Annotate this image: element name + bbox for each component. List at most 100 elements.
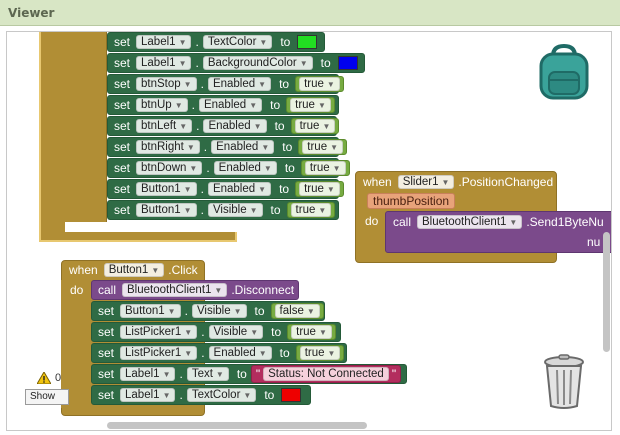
component-dropdown[interactable]: btnRight ▼ bbox=[136, 140, 200, 154]
chevron-down-icon: ▼ bbox=[317, 101, 326, 110]
thumb-position-param[interactable]: thumbPosition bbox=[367, 193, 456, 209]
backpack-icon[interactable] bbox=[535, 42, 593, 102]
property-dropdown-label: Visible bbox=[213, 326, 248, 338]
property-dropdown[interactable]: Enabled ▼ bbox=[211, 140, 275, 154]
boolean-dropdown-label: true bbox=[304, 347, 325, 359]
color-swatch[interactable] bbox=[337, 56, 358, 70]
property-dropdown[interactable]: Enabled ▼ bbox=[207, 182, 272, 196]
false-logic-block[interactable]: false ▼ bbox=[270, 303, 324, 319]
text-string-block[interactable]: " Status: Not Connected " bbox=[250, 365, 402, 383]
bluetooth-component-label: BluetoothClient1 bbox=[422, 216, 507, 228]
set-property-block[interactable]: set Button1 ▼. Visible ▼ to false ▼ bbox=[91, 301, 325, 321]
send-byte-arg-label: nu bbox=[587, 235, 601, 249]
component-dropdown[interactable]: Label1 ▼ bbox=[136, 35, 192, 49]
warning-indicator[interactable]: 0 bbox=[37, 372, 61, 384]
true-logic-block[interactable]: true ▼ bbox=[298, 139, 348, 155]
boolean-dropdown[interactable]: true ▼ bbox=[294, 119, 336, 133]
boolean-dropdown[interactable]: true ▼ bbox=[299, 77, 340, 91]
property-dropdown[interactable]: TextColor ▼ bbox=[202, 35, 273, 49]
show-warnings-button[interactable]: Show bbox=[25, 389, 69, 405]
property-dropdown[interactable]: Enabled ▼ bbox=[208, 346, 272, 360]
dot-separator: . bbox=[196, 119, 200, 133]
bluetooth-component-dropdown[interactable]: BluetoothClient1 ▼ bbox=[417, 215, 523, 229]
boolean-dropdown[interactable]: true ▼ bbox=[290, 98, 331, 112]
boolean-dropdown[interactable]: true ▼ bbox=[304, 161, 346, 175]
property-dropdown[interactable]: Enabled ▼ bbox=[203, 119, 267, 133]
true-logic-block[interactable]: true ▼ bbox=[286, 202, 336, 218]
set-property-block[interactable]: set btnLeft ▼. Enabled ▼ to true ▼ bbox=[107, 116, 340, 136]
set-property-block[interactable]: set btnRight ▼. Enabled ▼ to true ▼ bbox=[107, 137, 348, 157]
property-dropdown[interactable]: TextColor ▼ bbox=[186, 388, 257, 402]
slider-component-dropdown[interactable]: Slider1 ▼ bbox=[397, 175, 455, 189]
component-dropdown[interactable]: btnDown ▼ bbox=[136, 161, 203, 175]
set-property-block[interactable]: set btnUp ▼. Enabled ▼ to true ▼ bbox=[107, 95, 339, 115]
set-property-block[interactable]: set Label1 ▼. Text ▼ to " Status: Not Connected… bbox=[91, 364, 407, 384]
warning-count: 0 bbox=[55, 372, 62, 384]
component-dropdown[interactable]: Label1 ▼ bbox=[120, 388, 176, 402]
boolean-dropdown[interactable]: true ▼ bbox=[290, 203, 332, 217]
set-property-block[interactable]: set ListPicker1 ▼. Visible ▼ to true ▼ bbox=[91, 322, 341, 342]
set-property-block[interactable]: set Label1 ▼. BackgroundColor ▼ to bbox=[107, 53, 365, 73]
boolean-dropdown[interactable]: true ▼ bbox=[299, 182, 340, 196]
click-event-header[interactable]: when Button1 ▼ .Click bbox=[63, 260, 208, 280]
set-property-block[interactable]: set Button1 ▼. Visible ▼ to true ▼ bbox=[107, 200, 339, 220]
set-property-block[interactable]: set Label1 ▼. TextColor ▼ to bbox=[107, 32, 325, 52]
chevron-down-icon: ▼ bbox=[214, 286, 223, 295]
set-keyword: set bbox=[114, 98, 131, 112]
component-dropdown[interactable]: btnLeft ▼ bbox=[136, 119, 193, 133]
boolean-dropdown[interactable]: true ▼ bbox=[291, 325, 332, 339]
component-dropdown[interactable]: ListPicker1 ▼ bbox=[120, 325, 198, 339]
true-logic-block[interactable]: true ▼ bbox=[290, 118, 340, 134]
chevron-down-icon: ▼ bbox=[327, 349, 336, 358]
send-byte-call-header[interactable]: call BluetoothClient1 ▼ .Send1ByteNu bbox=[387, 212, 611, 232]
event-block-arm[interactable] bbox=[39, 32, 65, 238]
true-logic-block[interactable]: true ▼ bbox=[300, 160, 350, 176]
property-dropdown[interactable]: Enabled ▼ bbox=[213, 161, 277, 175]
boolean-dropdown[interactable]: true ▼ bbox=[299, 346, 341, 360]
set-property-block[interactable]: set btnStop ▼. Enabled ▼ to true ▼ bbox=[107, 74, 344, 94]
color-swatch[interactable] bbox=[297, 35, 318, 49]
true-logic-block[interactable]: true ▼ bbox=[287, 324, 336, 340]
component-dropdown[interactable]: Button1 ▼ bbox=[136, 203, 197, 217]
property-dropdown[interactable]: Visible ▼ bbox=[208, 325, 264, 339]
do-keyword: do bbox=[70, 283, 84, 297]
text-value[interactable]: Status: Not Connected bbox=[263, 367, 389, 381]
true-logic-block[interactable]: true ▼ bbox=[295, 345, 345, 361]
true-logic-block[interactable]: true ▼ bbox=[295, 181, 344, 197]
vertical-scrollbar[interactable] bbox=[603, 232, 610, 352]
property-dropdown[interactable]: Text ▼ bbox=[186, 367, 229, 381]
trash-icon[interactable] bbox=[541, 354, 587, 410]
horizontal-scrollbar[interactable] bbox=[107, 422, 367, 429]
property-dropdown[interactable]: Visible ▼ bbox=[191, 304, 247, 318]
event-block-bottom[interactable] bbox=[39, 232, 237, 242]
chevron-down-icon: ▼ bbox=[179, 122, 188, 131]
boolean-dropdown[interactable]: false ▼ bbox=[274, 304, 320, 318]
color-swatch[interactable] bbox=[281, 388, 302, 402]
property-dropdown[interactable]: BackgroundColor ▼ bbox=[202, 56, 313, 70]
slider-event-header[interactable]: when Slider1 ▼ .PositionChanged bbox=[357, 172, 563, 192]
component-dropdown[interactable]: ListPicker1 ▼ bbox=[120, 346, 198, 360]
property-dropdown[interactable]: Visible ▼ bbox=[207, 203, 263, 217]
component-dropdown[interactable]: Button1 ▼ bbox=[136, 182, 197, 196]
true-logic-block[interactable]: true ▼ bbox=[286, 97, 335, 113]
component-dropdown[interactable]: Button1 ▼ bbox=[120, 304, 181, 318]
set-property-block[interactable]: set ListPicker1 ▼. Enabled ▼ to true ▼ bbox=[91, 343, 347, 363]
component-dropdown[interactable]: Label1 ▼ bbox=[136, 56, 192, 70]
component-dropdown[interactable]: btnUp ▼ bbox=[136, 98, 188, 112]
component-dropdown[interactable]: Label1 ▼ bbox=[120, 367, 176, 381]
set-property-block[interactable]: set Label1 ▼. TextColor ▼ to bbox=[91, 385, 311, 405]
property-dropdown[interactable]: Enabled ▼ bbox=[198, 98, 263, 112]
set-property-block[interactable]: set btnDown ▼. Enabled ▼ to true ▼ bbox=[107, 158, 350, 178]
chevron-down-icon: ▼ bbox=[184, 349, 193, 358]
bluetooth-component-dropdown[interactable]: BluetoothClient1 ▼ bbox=[122, 283, 228, 297]
true-logic-block[interactable]: true ▼ bbox=[295, 76, 344, 92]
button-component-dropdown[interactable]: Button1 ▼ bbox=[103, 263, 165, 277]
blocks-workspace[interactable]: set Label1 ▼. TextColor ▼ to set Label1 ▼. Backgr… bbox=[6, 31, 612, 431]
set-property-block[interactable]: set Button1 ▼. Enabled ▼ to true ▼ bbox=[107, 179, 344, 199]
boolean-dropdown[interactable]: true ▼ bbox=[302, 140, 344, 154]
property-dropdown[interactable]: Enabled ▼ bbox=[207, 77, 272, 91]
disconnect-call-block[interactable]: call BluetoothClient1 ▼ .Disconnect bbox=[91, 280, 299, 300]
dot-separator: . bbox=[179, 388, 183, 402]
component-dropdown[interactable]: btnStop ▼ bbox=[136, 77, 197, 91]
chevron-down-icon: ▼ bbox=[184, 328, 193, 337]
